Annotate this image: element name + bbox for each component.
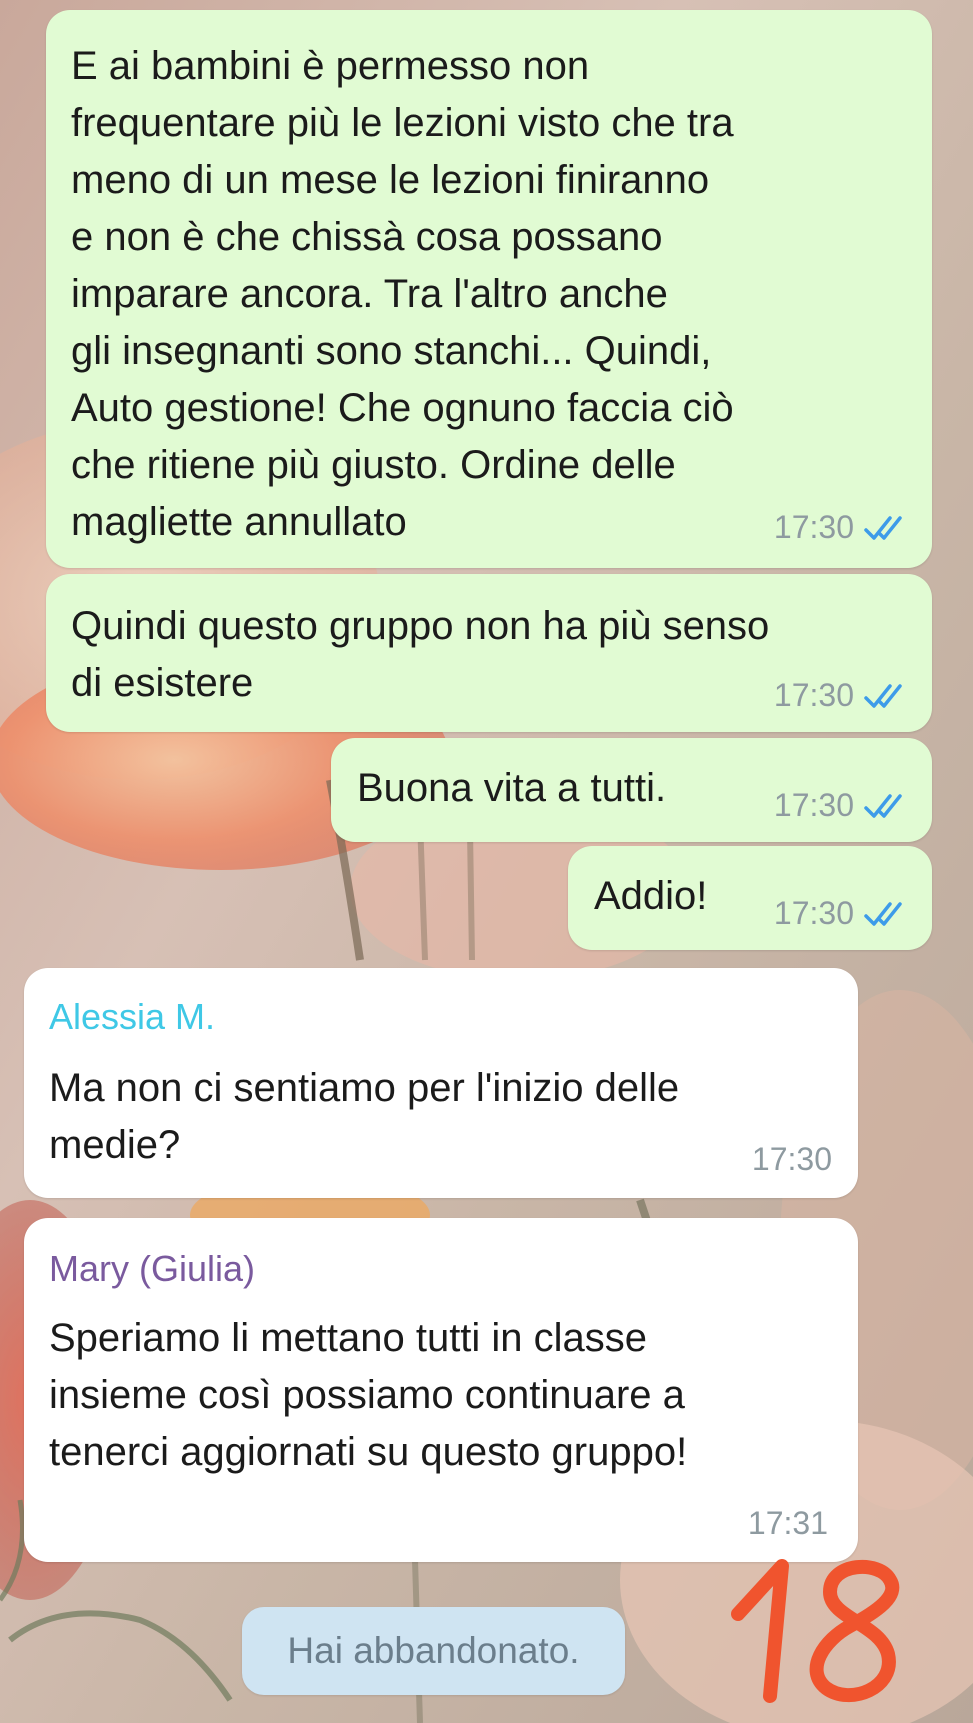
message-bubble-incoming[interactable]: Mary (Giulia) Speriamo li mettano tutti …	[24, 1218, 858, 1562]
double-check-icon	[864, 683, 902, 708]
message-time: 17:31	[747, 1505, 828, 1541]
message-bubble-outgoing[interactable]: Quindi questo gruppo non ha più senso di…	[46, 574, 932, 732]
message-meta: 17:30	[774, 677, 908, 714]
message-time: 17:30	[751, 1141, 832, 1177]
sender-name[interactable]: Mary (Giulia)	[49, 1248, 255, 1290]
message-bubble-outgoing[interactable]: Buona vita a tutti. 17:30	[331, 738, 932, 842]
message-time: 17:30	[773, 895, 854, 931]
message-bubble-outgoing[interactable]: Addio! 17:30	[568, 846, 932, 950]
system-message-text: Hai abbandonato.	[287, 1630, 580, 1671]
handwritten-number-overlay	[731, 1559, 900, 1703]
message-text: Ma non ci sentiamo per l'inizio delle me…	[49, 1066, 680, 1167]
message-meta: 17:30	[774, 509, 908, 546]
double-check-icon	[864, 793, 902, 818]
message-time: 17:30	[773, 509, 854, 545]
double-check-icon	[864, 515, 902, 540]
message-bubble-outgoing[interactable]: E ai bambini è permesso non frequentare …	[46, 10, 932, 568]
message-meta: 17:30	[774, 895, 908, 932]
message-text: Buona vita a tutti.	[357, 766, 667, 810]
message-text: Addio!	[594, 874, 708, 918]
message-time: 17:30	[773, 677, 854, 713]
message-text: E ai bambini è permesso non frequentare …	[71, 44, 734, 544]
sender-name[interactable]: Alessia M.	[49, 996, 215, 1038]
system-message: Hai abbandonato.	[242, 1607, 625, 1695]
message-meta: 17:30	[752, 1141, 832, 1178]
message-text: Speriamo li mettano tutti in classe insi…	[49, 1316, 688, 1474]
message-meta: 17:31	[748, 1505, 828, 1542]
double-check-icon	[864, 901, 902, 926]
message-bubble-incoming[interactable]: Alessia M. Ma non ci sentiamo per l'iniz…	[24, 968, 858, 1198]
message-time: 17:30	[773, 787, 854, 823]
message-meta: 17:30	[774, 787, 908, 824]
